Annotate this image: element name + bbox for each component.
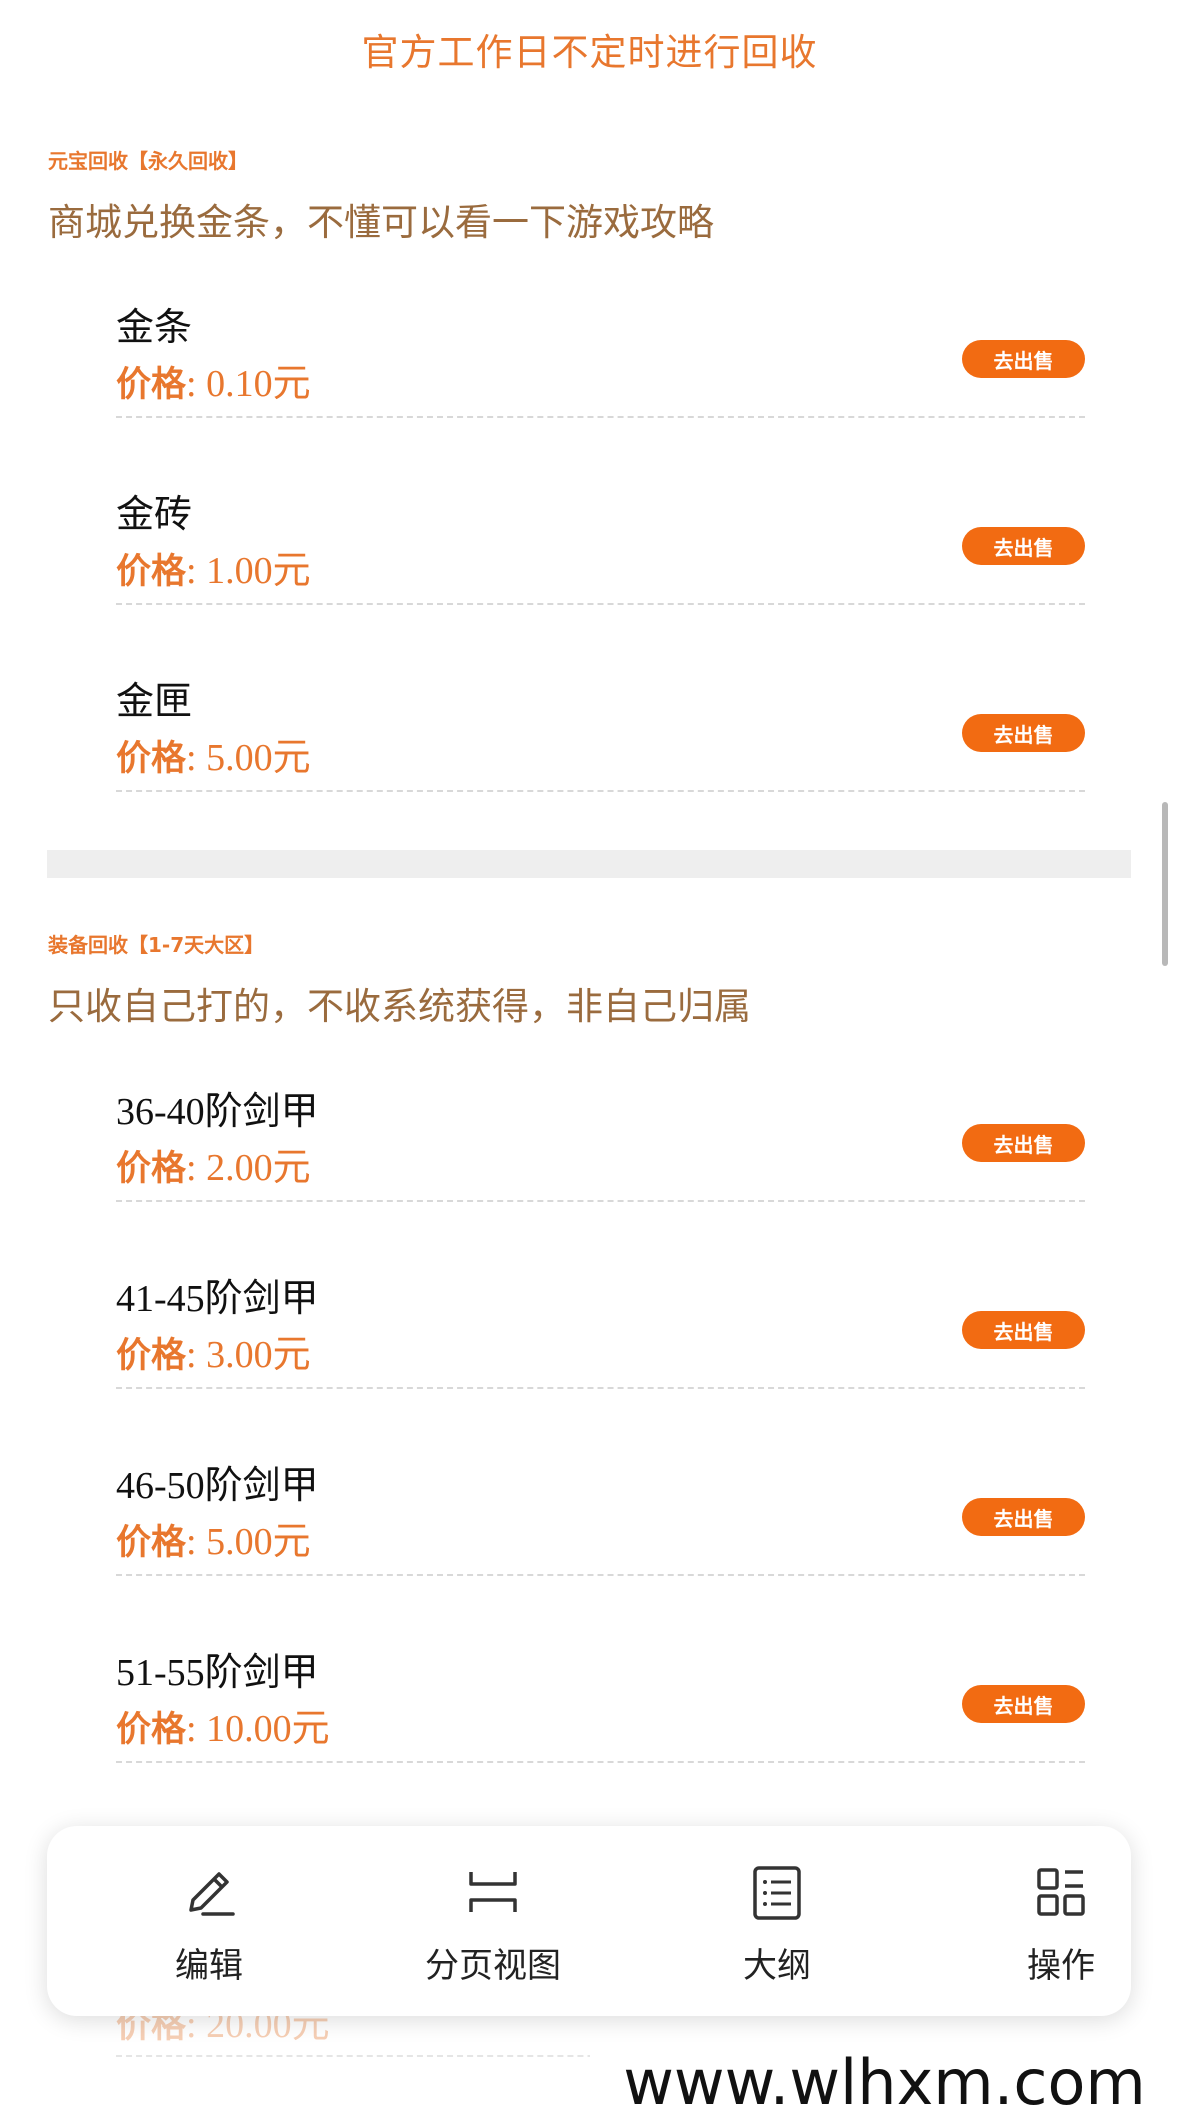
sell-button[interactable]: 去出售 (962, 527, 1085, 565)
divider (116, 416, 1085, 418)
item-price: 价格: 5.00元 (116, 1521, 311, 1563)
sell-button[interactable]: 去出售 (962, 1685, 1085, 1723)
sell-button[interactable]: 去出售 (962, 714, 1085, 752)
grid-icon (1037, 1868, 1085, 1916)
list-item: 51-55阶剑甲 价格: 10.00元 去出售 (116, 1641, 1085, 1828)
item-price: 价格: 3.00元 (116, 1334, 311, 1376)
divider (116, 790, 1085, 792)
item-price: 价格: 2.00元 (116, 1147, 311, 1189)
section-separator (47, 850, 1131, 878)
actions-label: 操作 (1027, 1946, 1095, 1986)
list-item: 金匣 价格: 5.00元 去出售 (116, 670, 1085, 857)
bottom-toolbar: 编辑 分页视图 大纲 操作 (47, 1826, 1131, 2016)
page-view-icon (469, 1872, 517, 1912)
edit-label: 编辑 (175, 1946, 243, 1986)
list-item: 金条 价格: 0.10元 去出售 (116, 296, 1085, 483)
list-item: 41-45阶剑甲 价格: 3.00元 去出售 (116, 1267, 1085, 1454)
divider (116, 1200, 1085, 1202)
divider (116, 1574, 1085, 1576)
pencil-icon (189, 1872, 235, 1916)
item-name: 金砖 (116, 494, 193, 536)
item-name: 金条 (116, 307, 193, 349)
item-price: 价格: 10.00元 (116, 1708, 330, 1750)
sell-button[interactable]: 去出售 (962, 1311, 1085, 1349)
item-price: 价格: 1.00元 (116, 550, 311, 592)
divider (116, 1761, 1085, 1763)
divider (116, 1387, 1085, 1389)
edit-button[interactable]: 编辑 (109, 1826, 309, 2016)
watermark: www.wlhxm.com (590, 2043, 1179, 2121)
item-name: 36-40阶剑甲 (116, 1091, 319, 1133)
section-tag-yuanbao: 元宝回收【永久回收】 (48, 149, 248, 173)
list-item: 36-40阶剑甲 价格: 2.00元 去出售 (116, 1080, 1085, 1267)
item-name: 46-50阶剑甲 (116, 1465, 319, 1507)
item-price: 价格: 0.10元 (116, 363, 311, 405)
section-desc-equipment: 只收自己打的，不收系统获得，非自己归属 (48, 985, 751, 1028)
actions-button[interactable]: 操作 (961, 1826, 1161, 2016)
item-name: 41-45阶剑甲 (116, 1278, 319, 1320)
page-view-label: 分页视图 (425, 1946, 561, 1986)
sell-button[interactable]: 去出售 (962, 1498, 1085, 1536)
sell-button[interactable]: 去出售 (962, 1124, 1085, 1162)
section-desc-yuanbao: 商城兑换金条，不懂可以看一下游戏攻略 (48, 201, 714, 244)
sell-button[interactable]: 去出售 (962, 340, 1085, 378)
scrollbar[interactable] (1162, 802, 1168, 966)
recycle-notice: 官方工作日不定时进行回收 (361, 31, 818, 74)
item-name: 51-55阶剑甲 (116, 1652, 319, 1694)
item-price: 价格: 5.00元 (116, 737, 311, 779)
section-tag-equipment: 装备回收【1-7天大区】 (48, 933, 265, 957)
outline-label: 大纲 (743, 1946, 811, 1986)
outline-icon (753, 1866, 801, 1920)
list-item: 46-50阶剑甲 价格: 5.00元 去出售 (116, 1454, 1085, 1641)
divider (116, 603, 1085, 605)
outline-button[interactable]: 大纲 (677, 1826, 877, 2016)
item-name: 金匣 (116, 681, 193, 723)
page-view-button[interactable]: 分页视图 (393, 1826, 593, 2016)
list-item: 金砖 价格: 1.00元 去出售 (116, 483, 1085, 670)
